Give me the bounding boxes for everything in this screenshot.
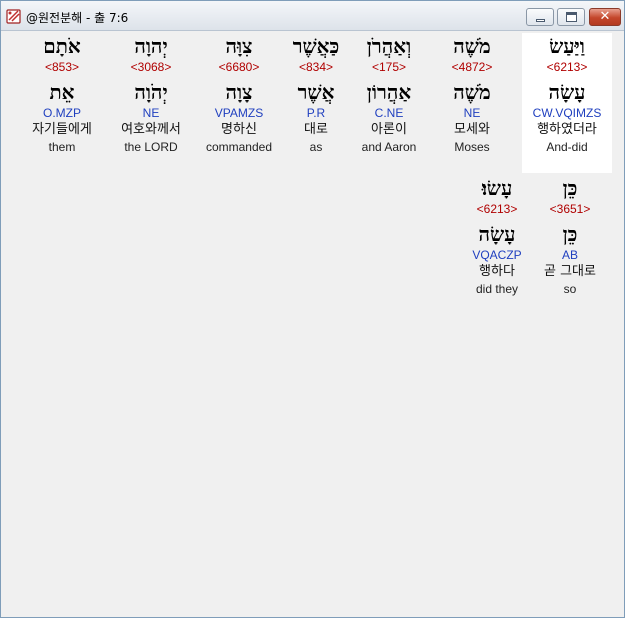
window-title: @원전분해 - 출 7:6 xyxy=(26,11,129,25)
korean-gloss: 모세와 xyxy=(454,122,490,137)
english-gloss: And-did xyxy=(546,140,588,154)
strong-number: <853> xyxy=(44,60,80,74)
title-bar[interactable]: @원전분해 - 출 7:6 ✕ xyxy=(1,1,624,31)
hebrew-word: יְהוָה xyxy=(134,34,168,58)
hebrew-word: אֹתָם xyxy=(43,34,81,58)
english-gloss: them xyxy=(48,140,76,154)
minimize-icon xyxy=(536,19,545,22)
korean-gloss: 행하였더라 xyxy=(537,122,597,137)
word-cell-line1-2[interactable]: מֹשֶׁה <4872> מֹשֶׁה NE 모세와 Moses xyxy=(427,33,517,155)
close-icon: ✕ xyxy=(599,9,611,24)
english-gloss: as xyxy=(309,140,323,154)
korean-gloss: 행하다 xyxy=(479,264,515,279)
minimize-button[interactable] xyxy=(526,8,554,26)
word-cell-line1-6[interactable]: יְהוָה <3068> יְהֹוָה NE 여호와께서 the LORD xyxy=(106,33,196,155)
hebrew-lemma: צָוָה xyxy=(225,80,253,104)
english-gloss: did they xyxy=(475,282,519,296)
morphology-code: VQACZP xyxy=(472,248,522,262)
word-cell-line1-7[interactable]: אֹתָם <853> אֵת O.MZP 자기들에게 them xyxy=(17,33,107,155)
morphology-code: NE xyxy=(463,106,481,120)
morphology-code: NE xyxy=(142,106,160,120)
hebrew-word: כַּאֲשֶׁר xyxy=(292,34,340,58)
english-gloss: commanded xyxy=(205,140,273,154)
strong-number: <3068> xyxy=(130,60,172,74)
hebrew-word: צִוָּה xyxy=(225,34,253,58)
hebrew-lemma: יְהֹוָה xyxy=(134,80,168,104)
hebrew-lemma: עָשָׂה xyxy=(478,222,516,246)
strong-number: <6680> xyxy=(218,60,260,74)
hebrew-word: עָשׂוּ׃ xyxy=(481,176,513,200)
morphology-code: O.MZP xyxy=(43,106,81,120)
morphology-code: CW.VQIMZS xyxy=(532,106,602,120)
korean-gloss: 명하신 xyxy=(221,122,257,137)
hebrew-word: וַיַּעַשׂ xyxy=(549,34,585,58)
morphology-code: VPAMZS xyxy=(214,106,264,120)
strong-number: <6213> xyxy=(546,60,588,74)
word-cell-line1-1[interactable]: וַיַּעַשׂ <6213> עָשָׂה CW.VQIMZS 행하였더라 … xyxy=(522,33,612,173)
korean-gloss: 여호와께서 xyxy=(121,122,181,137)
strong-number: <6213> xyxy=(476,202,518,216)
app-window: @원전분해 - 출 7:6 ✕ וַיַּעַשׂ <6213> עָשָׂה … xyxy=(0,0,625,618)
word-cell-line2-2[interactable]: עָשׂוּ׃ <6213> עָשָׂה VQACZP 행하다 did the… xyxy=(452,175,542,297)
hebrew-lemma: אֵת xyxy=(49,80,75,104)
korean-gloss: 대로 xyxy=(304,122,328,137)
strong-number: <4872> xyxy=(451,60,493,74)
app-icon xyxy=(6,9,21,24)
hebrew-lemma: אֲשֶׁר xyxy=(297,80,335,104)
hebrew-lemma: מֹשֶׁה xyxy=(453,80,491,104)
close-button[interactable]: ✕ xyxy=(589,8,621,26)
word-cell-line1-5[interactable]: צִוָּה <6680> צָוָה VPAMZS 명하신 commanded xyxy=(194,33,284,155)
english-gloss: Moses xyxy=(454,140,490,154)
maximize-icon xyxy=(566,12,577,22)
hebrew-word: מֹשֶׁה xyxy=(453,34,491,58)
interlinear-panel: וַיַּעַשׂ <6213> עָשָׂה CW.VQIMZS 행하였더라 … xyxy=(4,32,623,616)
maximize-button[interactable] xyxy=(557,8,585,26)
korean-gloss: 자기들에게 xyxy=(32,122,92,137)
strong-number: <834> xyxy=(298,60,334,74)
hebrew-lemma: עָשָׂה xyxy=(548,80,586,104)
morphology-code: P.R xyxy=(306,106,326,120)
word-cell-line1-4[interactable]: כַּאֲשֶׁר <834> אֲשֶׁר P.R 대로 as xyxy=(271,33,361,155)
english-gloss: the LORD xyxy=(124,140,178,154)
